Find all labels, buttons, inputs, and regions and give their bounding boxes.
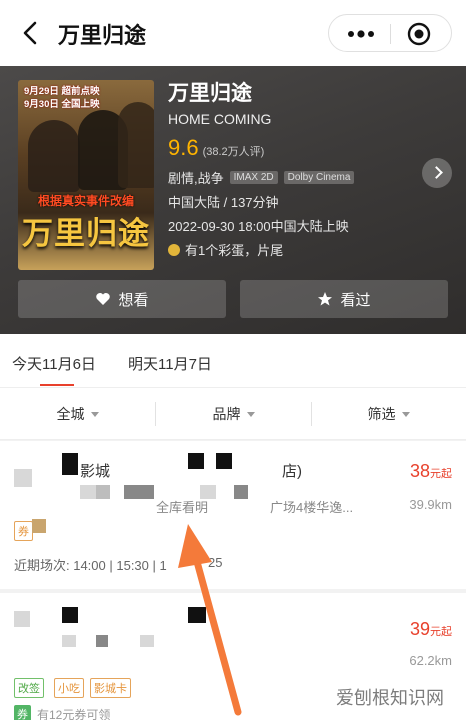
poster-date-line: 9月29日 超前点映 (24, 86, 100, 97)
redaction-block (188, 607, 206, 623)
release-date: 2022-09-30 18:00中国大陆上映 (168, 219, 349, 234)
redaction-block (124, 485, 154, 499)
vote-count: (38.2万人评) (202, 146, 265, 158)
tab-today[interactable]: 今天11月6日 (12, 353, 96, 374)
format-tag: IMAX 2D (229, 171, 278, 184)
coupon-badge: 券 (14, 521, 33, 541)
easter-egg-row: 有1个彩蛋，片尾 (168, 240, 418, 259)
redaction-block (62, 453, 78, 475)
badge-snack: 小吃 (54, 678, 84, 698)
coupon-badge: 券 (14, 705, 31, 720)
poster-tagline: 根据真实事件改编 (37, 194, 134, 208)
movie-english-title: HOME COMING (168, 111, 272, 127)
page-title: 万里归途 (58, 23, 147, 48)
price-value: 39 (409, 619, 430, 639)
redaction-block (96, 635, 108, 647)
badge-cinema-card: 影城卡 (90, 678, 131, 698)
region-duration: 中国大陆 / 137分钟 (168, 195, 279, 210)
price-value: 38 (409, 461, 430, 481)
movie-title: 万里归途 (168, 82, 252, 105)
movie-genre: 剧情,战争 (168, 171, 224, 186)
coupon-row[interactable]: 券 有12元券可领 (14, 705, 110, 720)
filter-city-label: 全城 (56, 406, 85, 422)
redaction-block (234, 485, 248, 499)
redaction-block (140, 635, 154, 647)
redaction-block (62, 607, 78, 623)
caret-down-icon (90, 411, 99, 417)
distance: 62.2km (409, 653, 452, 668)
star-icon (318, 292, 333, 306)
active-tab-indicator (40, 384, 74, 386)
back-arrow-icon[interactable] (18, 20, 44, 46)
format-tag: Dolby Cinema (283, 171, 355, 184)
cinema-name-fragment: 影城 (80, 463, 111, 480)
redaction-block (216, 453, 232, 469)
movie-detail-chevron-icon[interactable] (422, 158, 452, 188)
watermark: 爱刨根知识网 (336, 688, 444, 709)
caret-down-icon (401, 411, 410, 417)
redaction-block (32, 519, 46, 533)
filter-city[interactable]: 全城 (0, 388, 155, 440)
rating-row: 9.6 (38.2万人评) (168, 135, 418, 161)
date-tabs: 今天11月6日 明天11月7日 (0, 334, 466, 388)
more-icon[interactable] (347, 28, 375, 40)
movie-score: 9.6 (168, 135, 199, 160)
close-target-icon[interactable] (407, 22, 431, 46)
filter-sort[interactable]: 筛选 (311, 388, 466, 440)
filter-brand[interactable]: 品牌 (156, 388, 311, 440)
seen-button[interactable]: 看过 (240, 280, 448, 318)
redaction-block (14, 469, 32, 487)
showtimes-tail: 25 (208, 555, 223, 570)
cinema-card[interactable]: 影城 店) 全库看明 广场4楼华逸... 38元起 39.9km 券 近期场次:… (0, 441, 466, 589)
coupon-text: 有12元券可领 (37, 707, 111, 720)
poster-dates: 9月29日 超前点映 9月30日 全国上映 (24, 85, 100, 111)
filter-sort-label: 筛选 (367, 406, 396, 422)
caret-down-icon (246, 411, 255, 417)
movie-hero: 9月29日 超前点映 9月30日 全国上映 根据真实事件改编 万里归途 万里归途… (0, 66, 466, 334)
heart-icon (96, 293, 111, 305)
filter-brand-label: 品牌 (212, 406, 241, 422)
seen-label: 看过 (340, 291, 371, 309)
movie-info: 万里归途 HOME COMING 9.6 (38.2万人评) 剧情,战争 IMA… (168, 80, 418, 259)
price-suffix: 元起 (430, 626, 452, 638)
cinema-address-fragment: 全库看明 (156, 500, 209, 515)
badge-refund: 改签 (14, 678, 44, 698)
filter-bar: 全城 品牌 筛选 (0, 388, 466, 440)
redaction-block (200, 485, 216, 499)
capsule-divider (390, 24, 391, 44)
cinema-name-tail: 店) (282, 463, 302, 480)
redaction-block (62, 635, 76, 647)
easter-egg-icon (168, 243, 180, 256)
easter-egg-text: 有1个彩蛋，片尾 (185, 243, 284, 258)
redaction-block (96, 485, 110, 499)
movie-poster[interactable]: 9月29日 超前点映 9月30日 全国上映 根据真实事件改编 万里归途 (18, 80, 154, 270)
price-suffix: 元起 (430, 468, 452, 480)
min-price: 38元起 (410, 461, 452, 482)
min-price: 39元起 (410, 619, 452, 640)
cinema-address-tail: 广场4楼华逸... (270, 500, 354, 515)
poster-figure (118, 102, 154, 188)
top-bar: 万里归途 (0, 0, 466, 66)
poster-date-line: 9月30日 全国上映 (24, 99, 100, 110)
showtimes: 近期场次: 14:00 | 15:30 | 1 (14, 558, 167, 573)
redaction-block (14, 611, 30, 627)
tab-tomorrow[interactable]: 明天11月7日 (128, 353, 212, 374)
miniprogram-capsule (328, 14, 452, 52)
genre-row: 剧情,战争 IMAX 2D Dolby Cinema (168, 168, 418, 187)
want-to-see-button[interactable]: 想看 (18, 280, 226, 318)
redaction-block (80, 485, 96, 499)
redaction-block (188, 453, 204, 469)
poster-title: 万里归途 (22, 216, 150, 252)
poster-figure (28, 120, 80, 192)
want-label: 想看 (118, 291, 149, 309)
distance: 39.9km (409, 497, 452, 512)
